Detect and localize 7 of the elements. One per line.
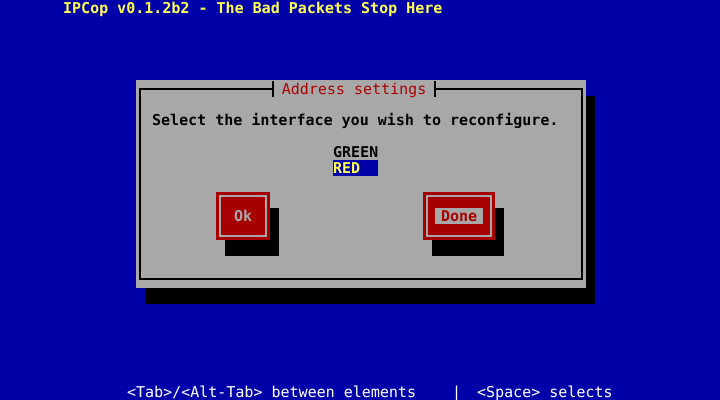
prompt-text: Select the interface you wish to reconfigure. xyxy=(152,112,560,128)
dialog-title: Address settings xyxy=(272,81,436,97)
help-text: <Space> selects xyxy=(477,384,612,400)
help-text: <Tab>/<Alt-Tab> between elements xyxy=(127,384,416,400)
screen-title: IPCop v0.1.2b2 - The Bad Packets Stop Here xyxy=(62,0,442,16)
list-item[interactable]: RED xyxy=(333,160,378,176)
list-item[interactable]: GREEN xyxy=(333,144,378,160)
